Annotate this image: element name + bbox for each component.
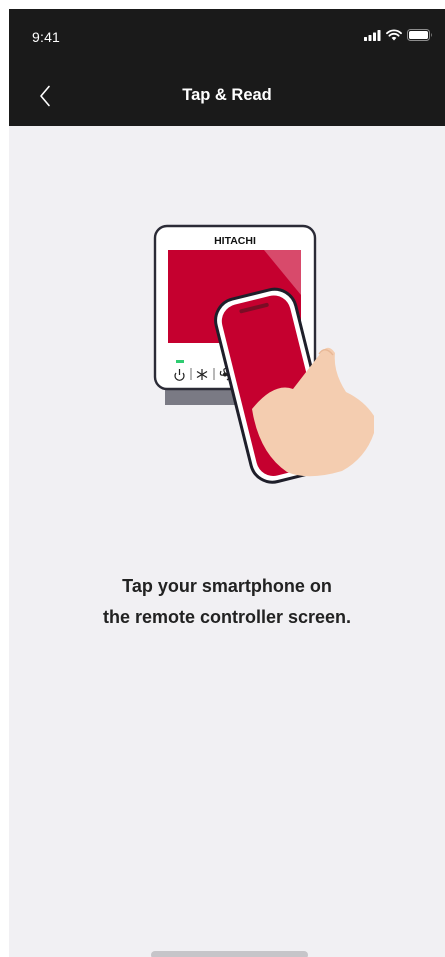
status-icons (364, 29, 433, 41)
status-bar: 9:41 (9, 9, 445, 64)
status-led (176, 360, 184, 363)
wifi-icon (386, 29, 402, 41)
instruction-line-2: the remote controller screen. (102, 606, 352, 627)
home-indicator (151, 951, 308, 957)
tap-and-read-illustration: HITACHI (153, 224, 374, 484)
page-title: Tap & Read (182, 86, 272, 104)
status-time: 9:41 (32, 29, 61, 45)
signal-icon (364, 29, 381, 41)
instruction-text: Tap your smartphone on the remote contro… (9, 571, 445, 632)
brand-label: HITACHI (214, 235, 256, 247)
battery-icon (407, 29, 432, 41)
instruction-line-1: Tap your smartphone on (122, 576, 332, 596)
navigation-bar: Tap & Read (9, 64, 445, 126)
phone-screen: 9:41 Tap & Read HITACHI Tap your smartph… (9, 9, 445, 957)
